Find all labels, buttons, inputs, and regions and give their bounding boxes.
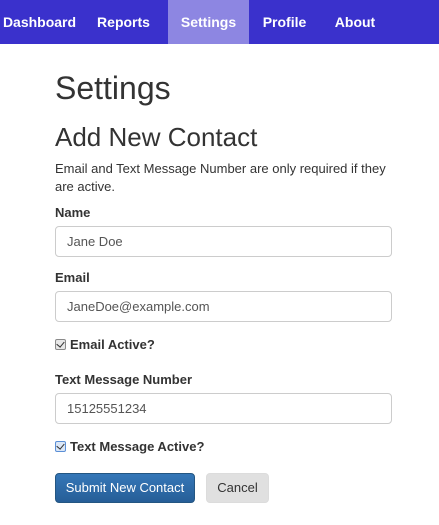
email-input[interactable]	[55, 291, 392, 322]
nav-item-about[interactable]: About	[320, 0, 390, 44]
text-active-row: Text Message Active?	[55, 438, 204, 454]
text-active-label: Text Message Active?	[70, 438, 205, 454]
nav-item-settings[interactable]: Settings	[168, 0, 249, 44]
email-active-label: Email Active?	[70, 336, 155, 352]
nav-item-profile[interactable]: Profile	[249, 0, 320, 44]
submit-new-contact-button[interactable]: Submit New Contact	[55, 473, 195, 503]
email-active-row: Email Active?	[55, 336, 155, 352]
email-active-checkbox[interactable]	[55, 338, 66, 350]
cancel-button[interactable]: Cancel	[206, 473, 269, 503]
top-navbar: Dashboard Reports Settings Profile About	[0, 0, 439, 44]
nav-item-reports[interactable]: Reports	[79, 0, 168, 44]
name-label: Name	[55, 205, 91, 220]
nav-item-dashboard[interactable]: Dashboard	[0, 0, 79, 44]
text-number-input[interactable]	[55, 393, 392, 424]
help-text: Email and Text Message Number are only r…	[55, 161, 386, 194]
page-title: Settings	[55, 70, 171, 106]
name-input[interactable]	[55, 226, 392, 257]
email-label: Email	[55, 270, 90, 285]
section-title: Add New Contact	[55, 122, 258, 152]
text-number-label: Text Message Number	[55, 372, 193, 387]
text-active-checkbox[interactable]	[55, 440, 66, 452]
